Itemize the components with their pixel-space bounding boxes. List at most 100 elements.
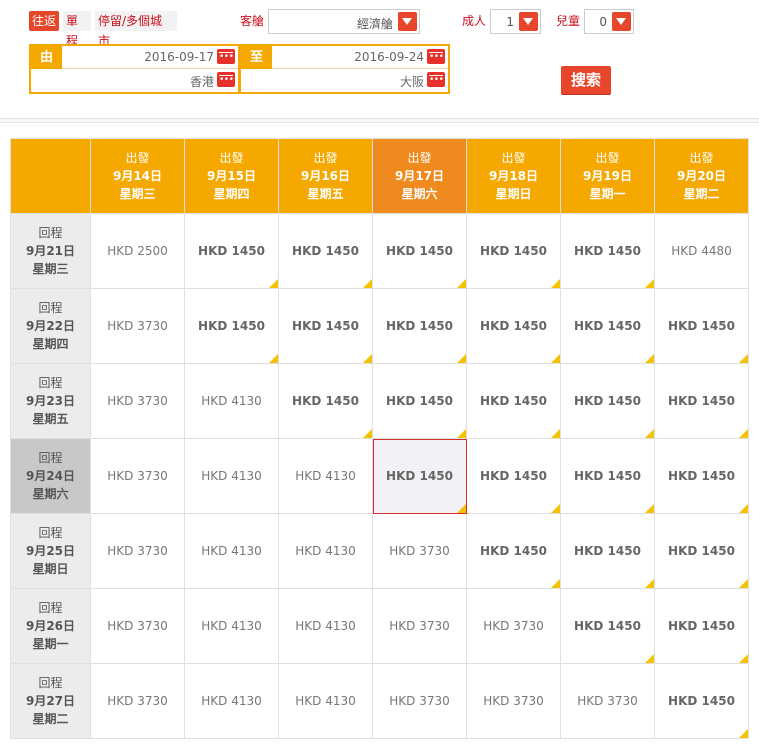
fare-cell[interactable]: HKD 1450 [655,289,749,364]
fare-price: HKD 3730 [483,694,544,708]
fare-price: HKD 3730 [107,619,168,633]
fare-cell[interactable]: HKD 1450 [185,289,279,364]
fare-price: HKD 1450 [198,319,265,333]
return-date-header[interactable]: 回程 9月26日 星期一 [11,589,91,664]
fare-price: HKD 1450 [386,394,453,408]
fare-cell[interactable]: HKD 3730 [91,439,185,514]
low-fare-marker-icon [645,354,654,363]
fare-price: HKD 1450 [480,469,547,483]
fare-cell[interactable]: HKD 3730 [91,289,185,364]
depart-date-header[interactable]: 出發 9月20日 星期二 [655,139,749,214]
fare-cell[interactable]: HKD 4130 [185,514,279,589]
fare-cell[interactable]: HKD 4130 [279,514,373,589]
fare-cell[interactable]: HKD 4130 [279,664,373,739]
fare-cell[interactable]: HKD 4480 [655,214,749,289]
depart-date-header[interactable]: 出發 9月14日 星期三 [91,139,185,214]
chevron-down-icon[interactable] [519,12,538,31]
calendar-icon[interactable] [217,49,235,64]
fare-price: HKD 4130 [201,619,262,633]
fare-cell[interactable]: HKD 1450 [373,439,467,514]
return-date-header[interactable]: 回程 9月24日 星期六 [11,439,91,514]
fare-cell[interactable]: HKD 1450 [279,364,373,439]
return-date-header[interactable]: 回程 9月27日 星期二 [11,664,91,739]
return-date-header[interactable]: 回程 9月21日 星期三 [11,214,91,289]
cabin-select[interactable]: 經濟艙 [268,9,420,34]
chevron-down-icon[interactable] [612,12,631,31]
return-date-header[interactable]: 回程 9月23日 星期五 [11,364,91,439]
calendar-icon[interactable] [427,49,445,64]
fare-cell[interactable]: HKD 4130 [279,439,373,514]
fare-cell[interactable]: HKD 1450 [561,589,655,664]
fare-cell[interactable]: HKD 1450 [185,214,279,289]
fare-cell[interactable]: HKD 1450 [279,289,373,364]
fare-cell[interactable]: HKD 4130 [185,589,279,664]
fare-cell[interactable]: HKD 3730 [91,589,185,664]
return-header-date: 9月25日 [25,544,76,558]
fare-cell[interactable]: HKD 4130 [185,439,279,514]
fare-price: HKD 4130 [201,469,262,483]
calendar-icon[interactable] [427,72,445,87]
fare-cell[interactable]: HKD 3730 [467,589,561,664]
fare-cell[interactable]: HKD 1450 [655,664,749,739]
fare-cell[interactable]: HKD 1450 [373,214,467,289]
fare-grid: 出發 9月14日 星期三 出發 9月15日 星期四 出發 9月16日 星期五 出發 9月17日 星期六… [10,138,749,739]
search-form: 往返 單程 停留/多個城市 客艙 經濟艙 成人 1 兒童 0 由 2016-09… [0,0,759,118]
tab-round-trip[interactable]: 往返 [29,11,59,31]
depart-date-header[interactable]: 出發 9月18日 星期日 [467,139,561,214]
depart-header-title: 出發 [501,151,526,165]
fare-cell[interactable]: HKD 1450 [467,364,561,439]
fare-cell[interactable]: HKD 3730 [91,514,185,589]
return-header-weekday: 星期三 [32,262,69,276]
fare-cell[interactable]: HKD 1450 [373,364,467,439]
destination-city-field[interactable]: 大阪 [241,69,448,92]
search-button[interactable]: 搜索 [561,66,611,94]
children-select[interactable]: 0 [584,9,634,34]
fare-cell[interactable]: HKD 3730 [373,664,467,739]
depart-date-header[interactable]: 出發 9月16日 星期五 [279,139,373,214]
depart-header-date: 9月14日 [112,169,163,183]
fare-cell[interactable]: HKD 3730 [561,664,655,739]
fare-cell[interactable]: HKD 1450 [467,289,561,364]
origin-city-field[interactable]: 香港 [31,69,238,92]
return-date-header[interactable]: 回程 9月25日 星期日 [11,514,91,589]
depart-date-header[interactable]: 出發 9月19日 星期一 [561,139,655,214]
fare-cell[interactable]: HKD 1450 [467,514,561,589]
fare-cell[interactable]: HKD 1450 [561,514,655,589]
fare-cell[interactable]: HKD 1450 [279,214,373,289]
low-fare-marker-icon [457,429,466,438]
fare-cell[interactable]: HKD 1450 [655,439,749,514]
fare-cell[interactable]: HKD 1450 [467,214,561,289]
chevron-down-icon[interactable] [398,12,417,31]
depart-date-field[interactable]: 2016-09-17 [62,46,238,69]
return-date-field[interactable]: 2016-09-24 [272,46,448,69]
fare-price: HKD 4480 [671,244,732,258]
fare-cell[interactable]: HKD 3730 [91,664,185,739]
calendar-icon[interactable] [217,72,235,87]
fare-cell[interactable]: HKD 2500 [91,214,185,289]
tab-multi-city[interactable]: 停留/多個城市 [95,11,177,48]
fare-cell[interactable]: HKD 4130 [185,364,279,439]
tab-one-way[interactable]: 單程 [63,11,91,48]
depart-date-header[interactable]: 出發 9月15日 星期四 [185,139,279,214]
fare-cell[interactable]: HKD 1450 [655,589,749,664]
fare-cell[interactable]: HKD 1450 [561,214,655,289]
depart-header-title: 出發 [595,151,620,165]
fare-cell[interactable]: HKD 1450 [655,364,749,439]
fare-cell[interactable]: HKD 1450 [655,514,749,589]
fare-cell[interactable]: HKD 3730 [91,364,185,439]
fare-cell[interactable]: HKD 4130 [279,589,373,664]
depart-date-header[interactable]: 出發 9月17日 星期六 [373,139,467,214]
fare-price: HKD 1450 [480,544,547,558]
fare-cell[interactable]: HKD 1450 [467,439,561,514]
adults-select[interactable]: 1 [490,9,541,34]
fare-cell[interactable]: HKD 1450 [561,364,655,439]
fare-cell[interactable]: HKD 1450 [561,289,655,364]
fare-cell[interactable]: HKD 1450 [561,439,655,514]
fare-cell[interactable]: HKD 4130 [185,664,279,739]
fare-cell[interactable]: HKD 1450 [373,289,467,364]
fare-cell[interactable]: HKD 3730 [467,664,561,739]
fare-cell[interactable]: HKD 3730 [373,514,467,589]
return-date-header[interactable]: 回程 9月22日 星期四 [11,289,91,364]
fare-cell[interactable]: HKD 3730 [373,589,467,664]
return-header-date: 9月21日 [25,244,76,258]
